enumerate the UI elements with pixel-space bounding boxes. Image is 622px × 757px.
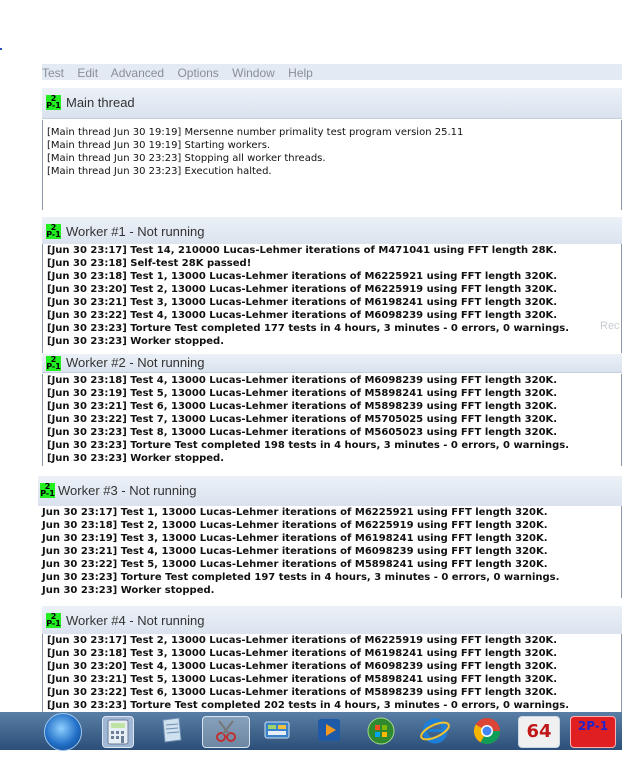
window-title: Worker #3 - Not running xyxy=(58,483,197,498)
menu-options[interactable]: Options xyxy=(177,66,218,80)
media-player-icon[interactable] xyxy=(314,716,344,746)
log-line: Jun 30 23:21] Test 4, 13000 Lucas-Lehmer… xyxy=(42,546,548,557)
notepad-icon[interactable] xyxy=(156,716,186,746)
worker-2-window[interactable]: 2 P-1 Worker #2 - Not running [Jun 30 23:… xyxy=(42,354,622,466)
prime95-icon: 2 P-1 xyxy=(46,612,61,628)
chrome-icon[interactable] xyxy=(472,716,502,746)
background-window-text: Rec xyxy=(600,320,620,332)
worker-1-log[interactable]: [Jun 30 23:17] Test 14, 210000 Lucas-Leh… xyxy=(42,244,622,353)
prime95-taskbar-label: 2P-1 xyxy=(577,719,609,733)
window-title: Worker #1 - Not running xyxy=(66,224,205,239)
prime95-icon: 2 P-1 xyxy=(46,355,61,371)
control-panel-icon[interactable] xyxy=(262,716,292,746)
log-line: [Jun 30 23:23] Torture Test completed 20… xyxy=(47,700,569,711)
log-line: [Main thread Jun 30 19:19] Mersenne numb… xyxy=(47,127,464,138)
internet-explorer-icon[interactable] xyxy=(420,716,450,746)
log-line: [Jun 30 23:23] Worker stopped. xyxy=(47,453,225,464)
taskbar: 64 2P-1 xyxy=(0,712,622,751)
log-line: [Jun 30 23:18] Test 1, 13000 Lucas-Lehme… xyxy=(47,271,558,282)
prime95-icon: 2 P-1 xyxy=(46,94,61,110)
worker-4-titlebar[interactable]: 2 P-1 Worker #4 - Not running xyxy=(42,606,622,637)
calculator-icon[interactable] xyxy=(102,716,134,748)
log-line: [Jun 30 23:17] Test 14, 210000 Lucas-Leh… xyxy=(47,245,558,256)
log-line: [Jun 30 23:20] Test 2, 13000 Lucas-Lehme… xyxy=(47,284,558,295)
main-thread-window[interactable]: 2 P-1 Main thread [Main thread Jun 30 19:… xyxy=(42,88,622,210)
log-line: [Jun 30 23:21] Test 5, 13000 Lucas-Lehme… xyxy=(47,674,558,685)
log-line: [Jun 30 23:18] Test 3, 13000 Lucas-Lehme… xyxy=(47,648,558,659)
log-line: Jun 30 23:17] Test 1, 13000 Lucas-Lehmer… xyxy=(42,507,548,518)
log-line: [Jun 30 23:22] Test 7, 13000 Lucas-Lehme… xyxy=(47,414,558,425)
menu-window[interactable]: Window xyxy=(232,66,275,80)
log-line: Jun 30 23:23] Torture Test completed 197… xyxy=(42,572,560,583)
log-line: [Jun 30 23:23] Torture Test completed 17… xyxy=(47,323,569,334)
log-line: [Jun 30 23:21] Test 3, 13000 Lucas-Lehme… xyxy=(47,297,558,308)
menu-test[interactable]: Test xyxy=(42,66,64,80)
worker-3-log[interactable]: Jun 30 23:17] Test 1, 13000 Lucas-Lehmer… xyxy=(38,506,622,598)
main-thread-titlebar[interactable]: 2 P-1 Main thread xyxy=(42,88,622,119)
window-title: Worker #4 - Not running xyxy=(66,613,205,628)
worker-3-titlebar[interactable]: 2 P-1 Worker #3 - Not running xyxy=(38,476,622,507)
log-line: [Jun 30 23:21] Test 6, 13000 Lucas-Lehme… xyxy=(47,401,558,412)
log-line: [Jun 30 23:18] Test 4, 13000 Lucas-Lehme… xyxy=(47,375,558,386)
log-line: [Main thread Jun 30 23:23] Execution hal… xyxy=(47,166,272,177)
log-line: [Jun 30 23:23] Worker stopped. xyxy=(47,336,225,347)
log-line: Jun 30 23:19] Test 3, 13000 Lucas-Lehmer… xyxy=(42,533,548,544)
log-line: Jun 30 23:22] Test 5, 13000 Lucas-Lehmer… xyxy=(42,559,548,570)
windows-media-center-icon[interactable] xyxy=(366,716,396,746)
worker-4-window[interactable]: 2 P-1 Worker #4 - Not running [Jun 30 23:… xyxy=(42,606,622,712)
prime95-icon: 2 P-1 xyxy=(40,482,55,498)
edge-marker xyxy=(0,48,2,50)
start-button[interactable] xyxy=(44,713,82,751)
window-title: Worker #2 - Not running xyxy=(66,355,205,370)
log-line: [Jun 30 23:22] Test 4, 13000 Lucas-Lehme… xyxy=(47,310,558,321)
main-thread-log[interactable]: [Main thread Jun 30 19:19] Mersenne numb… xyxy=(42,120,622,210)
log-line: [Main thread Jun 30 19:19] Starting work… xyxy=(47,140,271,151)
worker-3-window[interactable]: 2 P-1 Worker #3 - Not running Jun 30 23:1… xyxy=(38,476,622,598)
log-line: [Main thread Jun 30 23:23] Stopping all … xyxy=(47,153,326,164)
log-line: [Jun 30 23:23] Test 8, 13000 Lucas-Lehme… xyxy=(47,427,558,438)
log-line: Jun 30 23:23] Worker stopped. xyxy=(42,585,215,596)
menu-advanced[interactable]: Advanced xyxy=(111,66,164,80)
prime95-taskbar-icon[interactable]: 2P-1 xyxy=(570,716,616,748)
log-line: [Jun 30 23:23] Torture Test completed 19… xyxy=(47,440,569,451)
worker-2-log[interactable]: [Jun 30 23:18] Test 4, 13000 Lucas-Lehme… xyxy=(42,374,622,466)
log-line: [Jun 30 23:18] Self-test 28K passed! xyxy=(47,258,252,269)
prime95-icon: 2 P-1 xyxy=(46,223,61,239)
worker-1-window[interactable]: 2 P-1 Worker #1 - Not running [Jun 30 23:… xyxy=(42,217,622,353)
menu-help[interactable]: Help xyxy=(288,66,313,80)
worker-4-log[interactable]: [Jun 30 23:17] Test 2, 13000 Lucas-Lehme… xyxy=(42,634,622,712)
log-line: [Jun 30 23:22] Test 6, 13000 Lucas-Lehme… xyxy=(47,687,558,698)
log-line: [Jun 30 23:20] Test 4, 13000 Lucas-Lehme… xyxy=(47,661,558,672)
menu-bar: Test Edit Advanced Options Window Help xyxy=(42,64,622,80)
menu-edit[interactable]: Edit xyxy=(77,66,98,80)
snipping-tool-icon[interactable] xyxy=(202,716,250,748)
window-title: Main thread xyxy=(66,95,135,110)
cpu-z-icon[interactable]: 64 xyxy=(518,716,560,748)
log-line: [Jun 30 23:17] Test 2, 13000 Lucas-Lehme… xyxy=(47,635,558,646)
log-line: Jun 30 23:18] Test 2, 13000 Lucas-Lehmer… xyxy=(42,520,548,531)
log-line: [Jun 30 23:19] Test 5, 13000 Lucas-Lehme… xyxy=(47,388,558,399)
worker-2-titlebar[interactable]: 2 P-1 Worker #2 - Not running xyxy=(42,354,622,373)
